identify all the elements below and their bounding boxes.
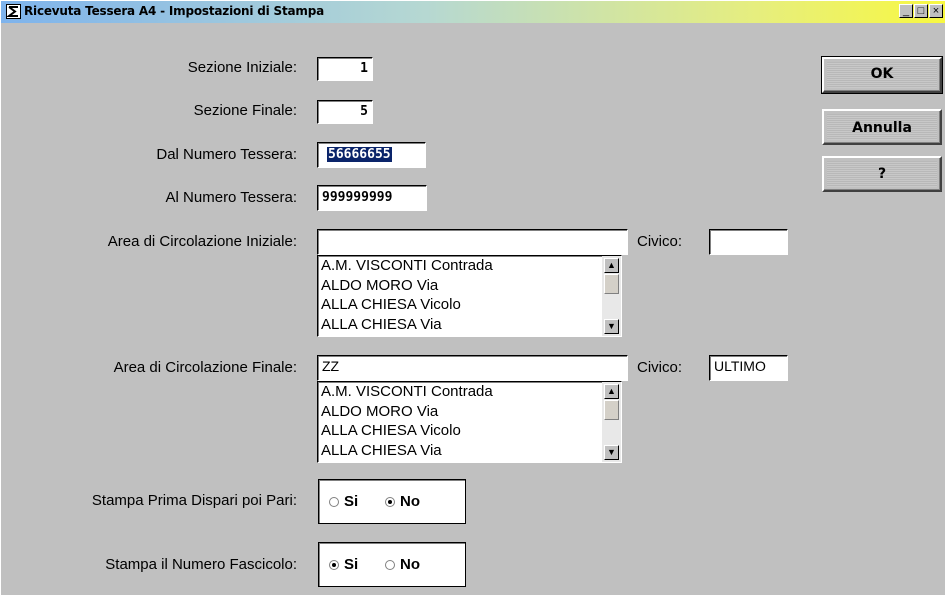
minimize-icon[interactable]: _ (899, 4, 913, 18)
cancel-button-label: Annulla (852, 120, 912, 136)
al-numero-input[interactable]: 999999999 (317, 185, 427, 211)
sezione-iniziale-label: Sezione Iniziale: (187, 59, 297, 76)
civico-iniziale-input[interactable] (709, 229, 788, 255)
radio-label: No (400, 556, 420, 573)
dispari-pari-si-radio[interactable]: Si (329, 480, 358, 523)
fascicolo-no-radio[interactable]: No (385, 543, 420, 586)
radio-label: No (400, 493, 420, 510)
radio-label: Si (344, 556, 359, 573)
scroll-up-icon[interactable]: ▲ (604, 258, 619, 273)
al-numero-label: Al Numero Tessera: (165, 189, 297, 206)
window-title: Ricevuta Tessera A4 - Impostazioni di St… (24, 4, 325, 18)
radio-on-icon (385, 496, 395, 507)
list-item[interactable]: ALDO MORO Via (318, 276, 621, 296)
sezione-iniziale-input[interactable]: 1 (317, 57, 373, 81)
help-button-label: ? (877, 166, 887, 182)
scroll-down-icon[interactable]: ▼ (604, 319, 619, 334)
dispari-pari-radio-group: Si No (318, 479, 466, 524)
ok-button-label: OK (870, 66, 894, 82)
scroll-thumb[interactable] (604, 400, 619, 420)
dal-numero-value: 56666655 (327, 147, 392, 162)
area-iniziale-label: Area di Circolazione Iniziale: (107, 233, 297, 250)
list-item[interactable]: ALLA CHIESA Vicolo (318, 421, 621, 441)
sezione-finale-label: Sezione Finale: (193, 102, 297, 119)
area-finale-listbox[interactable]: A.M. VISCONTI Contrada ALDO MORO Via ALL… (317, 381, 622, 463)
fascicolo-si-radio[interactable]: Si (329, 543, 358, 586)
area-finale-input[interactable]: ZZ (317, 355, 628, 381)
scroll-thumb[interactable] (604, 274, 619, 294)
close-icon[interactable]: × (929, 4, 943, 18)
maximize-icon[interactable]: □ (914, 4, 928, 18)
dal-numero-input[interactable]: 56666655 (317, 142, 426, 168)
ok-button[interactable]: OK (821, 56, 943, 94)
radio-off-icon (385, 559, 395, 570)
help-button[interactable]: ? (822, 156, 942, 192)
area-iniziale-listbox[interactable]: A.M. VISCONTI Contrada ALDO MORO Via ALL… (317, 255, 622, 337)
dispari-pari-label: Stampa Prima Dispari poi Pari: (91, 492, 297, 509)
area-iniziale-input[interactable] (317, 229, 628, 255)
fascicolo-label: Stampa il Numero Fascicolo: (105, 556, 297, 573)
list-item[interactable]: ALDO MORO Via (318, 402, 621, 422)
radio-on-icon (329, 559, 339, 570)
scroll-up-icon[interactable]: ▲ (604, 384, 619, 399)
area-finale-label: Area di Circolazione Finale: (113, 359, 297, 376)
civico-finale-label: Civico: (637, 359, 683, 376)
dispari-pari-no-radio[interactable]: No (385, 480, 420, 523)
list-item[interactable]: A.M. VISCONTI Contrada (318, 382, 621, 402)
cancel-button[interactable]: Annulla (822, 109, 942, 145)
list-item[interactable]: ALLA CHIESA Via (318, 315, 621, 335)
scrollbar[interactable]: ▲ ▼ (602, 382, 621, 462)
title-bar: Ricevuta Tessera A4 - Impostazioni di St… (1, 1, 945, 23)
list-item[interactable]: ALLA CHIESA Vicolo (318, 295, 621, 315)
print-settings-dialog: Ricevuta Tessera A4 - Impostazioni di St… (0, 0, 945, 595)
scroll-down-icon[interactable]: ▼ (604, 445, 619, 460)
list-item[interactable]: ALLA CHIESA Via (318, 441, 621, 461)
radio-off-icon (329, 496, 339, 507)
dal-numero-label: Dal Numero Tessera: (156, 146, 297, 163)
radio-label: Si (344, 493, 359, 510)
scrollbar[interactable]: ▲ ▼ (602, 256, 621, 336)
fascicolo-radio-group: Si No (318, 542, 466, 587)
sezione-finale-input[interactable]: 5 (317, 100, 373, 124)
app-logo-icon (6, 4, 21, 19)
civico-finale-input[interactable]: ULTIMO (709, 355, 788, 381)
civico-iniziale-label: Civico: (637, 233, 683, 250)
list-item[interactable]: A.M. VISCONTI Contrada (318, 256, 621, 276)
